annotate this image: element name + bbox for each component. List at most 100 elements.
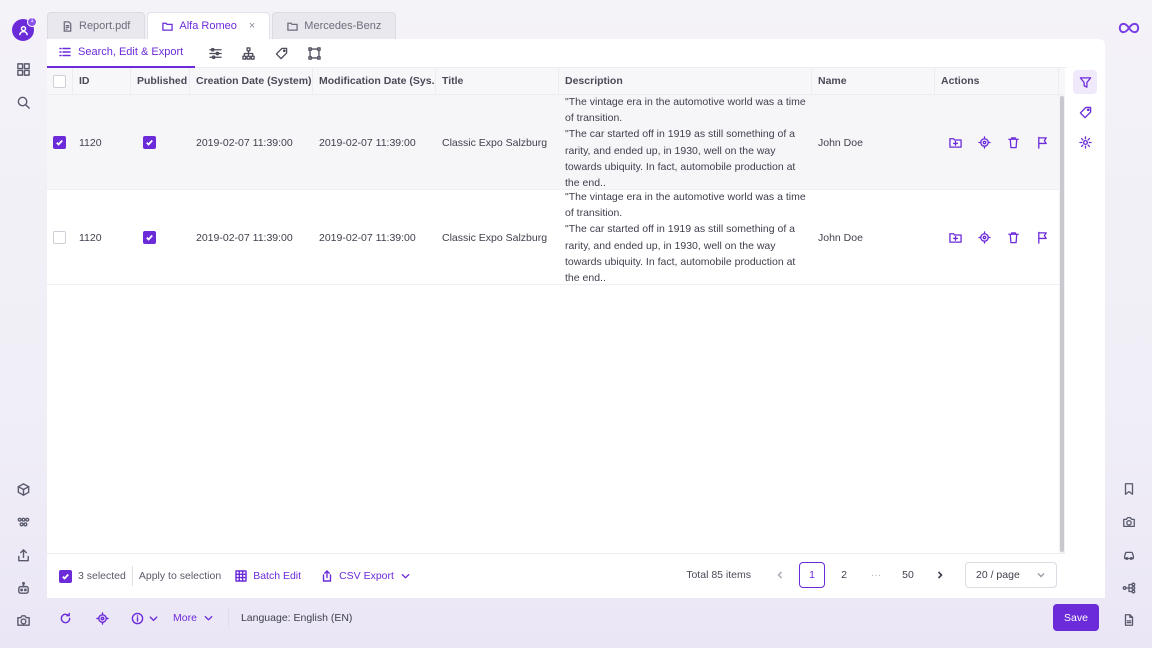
grid-side-tools bbox=[1073, 70, 1099, 160]
bookmark-icon[interactable] bbox=[1118, 478, 1140, 500]
csv-export-label: CSV Export bbox=[339, 570, 394, 582]
row-select-cell bbox=[47, 190, 73, 285]
grid-header: ID Published Creation Date (System) Modi… bbox=[47, 68, 1065, 95]
divider bbox=[131, 566, 133, 586]
subtab-label: Search, Edit & Export bbox=[78, 46, 184, 58]
tab-alfa-romeo[interactable]: Alfa Romeo × bbox=[147, 12, 271, 39]
apply-to-selection-label: Apply to selection bbox=[138, 570, 222, 582]
select-all-checkbox[interactable] bbox=[53, 75, 66, 88]
selected-count: 3 selected bbox=[78, 570, 126, 582]
camera-icon[interactable] bbox=[1118, 511, 1140, 533]
car-icon[interactable] bbox=[1118, 544, 1140, 566]
column-header-creation-date[interactable]: Creation Date (System) bbox=[190, 68, 313, 95]
total-items: Total 85 items bbox=[686, 569, 751, 581]
upload-icon[interactable] bbox=[12, 544, 34, 566]
notification-badge: 1 bbox=[27, 17, 37, 27]
flag-icon[interactable] bbox=[1036, 136, 1049, 149]
chevron-down-icon bbox=[204, 615, 213, 621]
pagination: Total 85 items 1 2 ··· 50 20 / page bbox=[686, 562, 1057, 588]
left-sidebar: 1 bbox=[0, 0, 46, 648]
chevron-down-icon bbox=[1037, 573, 1045, 578]
cell-published bbox=[137, 95, 190, 190]
tab-report-pdf[interactable]: Report.pdf bbox=[47, 12, 146, 39]
folder-icon bbox=[162, 22, 174, 31]
cell-name: John Doe bbox=[818, 136, 863, 149]
settings-gear-icon[interactable] bbox=[1073, 130, 1097, 154]
cell-modification-date: 2019-02-07 11:39:00 bbox=[319, 231, 416, 244]
row-checkbox[interactable] bbox=[53, 136, 66, 149]
refresh-icon[interactable] bbox=[59, 612, 72, 625]
locate-icon[interactable] bbox=[978, 136, 991, 149]
camera-icon[interactable] bbox=[12, 609, 34, 631]
open-folder-icon[interactable] bbox=[949, 136, 962, 149]
cell-description: "The vintage era in the automotive world… bbox=[565, 95, 806, 190]
column-header-name[interactable]: Name bbox=[812, 68, 935, 95]
page-2[interactable]: 2 bbox=[831, 562, 857, 588]
user-icon bbox=[18, 25, 28, 35]
hierarchy-icon[interactable] bbox=[1118, 577, 1140, 599]
export-icon bbox=[322, 570, 332, 582]
tag-icon[interactable] bbox=[265, 39, 298, 68]
row-checkbox[interactable] bbox=[53, 231, 66, 244]
page-ellipsis[interactable]: ··· bbox=[863, 562, 889, 588]
file-icon[interactable] bbox=[1118, 609, 1140, 631]
tree-icon[interactable] bbox=[232, 39, 265, 68]
tab-label: Mercedes-Benz bbox=[304, 20, 382, 32]
column-header-id[interactable]: ID bbox=[73, 68, 131, 95]
cell-creation-date: 2019-02-07 11:39:00 bbox=[196, 231, 293, 244]
language-indicator[interactable]: Language: English (EN) bbox=[241, 612, 353, 624]
dashboard-icon[interactable] bbox=[12, 58, 34, 80]
page-size-select[interactable]: 20 / page bbox=[965, 562, 1057, 588]
tag-icon[interactable] bbox=[1073, 100, 1097, 124]
cube-icon[interactable] bbox=[12, 478, 34, 500]
table-row[interactable]: 1120 2019-02-07 11:39:00 2019-02-07 11:3… bbox=[47, 95, 1065, 190]
data-grid: ID Published Creation Date (System) Modi… bbox=[47, 68, 1065, 553]
column-header-modification-date[interactable]: Modification Date (Sys..) bbox=[313, 68, 436, 95]
search-icon[interactable] bbox=[12, 91, 34, 113]
subtab-bar: Search, Edit & Export bbox=[47, 39, 1067, 68]
column-header-published[interactable]: Published bbox=[131, 68, 190, 95]
document-icon bbox=[63, 20, 72, 32]
page-size-value: 20 / page bbox=[976, 569, 1020, 581]
table-row[interactable]: 1120 2019-02-07 11:39:00 2019-02-07 11:3… bbox=[47, 190, 1065, 285]
editor-tabs: Report.pdf Alfa Romeo × Mercedes-Benz bbox=[47, 12, 398, 39]
select-area-icon[interactable] bbox=[298, 39, 331, 68]
locate-icon[interactable] bbox=[96, 611, 109, 625]
trash-icon[interactable] bbox=[1007, 136, 1020, 149]
save-button[interactable]: Save bbox=[1053, 604, 1099, 631]
right-sidebar bbox=[1106, 0, 1152, 648]
select-all-cell bbox=[47, 68, 73, 95]
trash-icon[interactable] bbox=[1007, 231, 1020, 244]
column-header-description[interactable]: Description bbox=[559, 68, 812, 95]
flag-icon[interactable] bbox=[1036, 231, 1049, 244]
open-folder-icon[interactable] bbox=[949, 231, 962, 244]
tab-label: Alfa Romeo bbox=[179, 20, 237, 32]
more-menu-button[interactable]: More bbox=[173, 612, 214, 624]
prev-page-icon[interactable] bbox=[767, 562, 793, 588]
filter-icon[interactable] bbox=[1073, 70, 1097, 94]
cell-creation-date: 2019-02-07 11:39:00 bbox=[196, 136, 293, 149]
cell-published bbox=[137, 190, 190, 285]
robot-icon[interactable] bbox=[12, 577, 34, 599]
column-header-title[interactable]: Title bbox=[436, 68, 559, 95]
batch-edit-button[interactable]: Batch Edit bbox=[235, 570, 301, 582]
row-select-cell bbox=[47, 95, 73, 190]
published-checkbox[interactable] bbox=[143, 136, 156, 149]
scrollbar-thumb[interactable] bbox=[1060, 96, 1064, 552]
close-icon[interactable]: × bbox=[249, 20, 255, 32]
page-50[interactable]: 50 bbox=[895, 562, 921, 588]
sliders-icon[interactable] bbox=[199, 39, 232, 68]
locate-icon[interactable] bbox=[978, 231, 991, 244]
tab-search-edit-export[interactable]: Search, Edit & Export bbox=[47, 39, 196, 68]
published-checkbox[interactable] bbox=[143, 231, 156, 244]
page-1[interactable]: 1 bbox=[799, 562, 825, 588]
column-header-actions: Actions bbox=[935, 68, 1059, 95]
select-all-footer-checkbox[interactable] bbox=[59, 569, 72, 583]
brand-logo-icon bbox=[1118, 18, 1140, 41]
info-dropdown[interactable] bbox=[131, 612, 159, 625]
next-page-icon[interactable] bbox=[927, 562, 953, 588]
csv-export-button[interactable]: CSV Export bbox=[321, 570, 411, 582]
tab-mercedes-benz[interactable]: Mercedes-Benz bbox=[272, 12, 397, 39]
data-objects-icon[interactable] bbox=[12, 511, 34, 533]
chevron-down-icon bbox=[401, 573, 410, 579]
